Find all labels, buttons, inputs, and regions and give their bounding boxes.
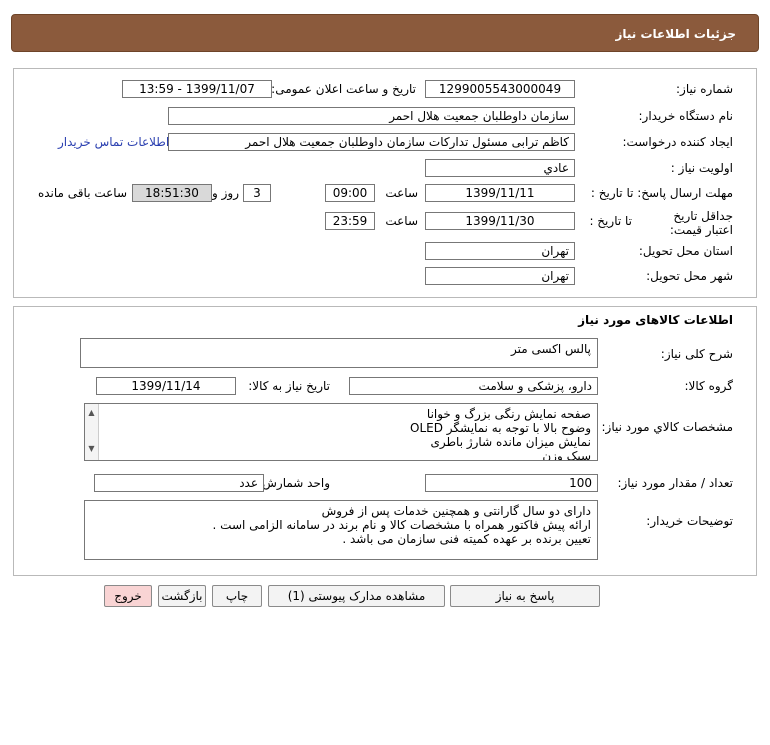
general-desc-text: پالس اکسی متر (510, 342, 591, 356)
specs-line: سبک وزن (542, 449, 591, 461)
remaining-label: ساعت باقی مانده (37, 186, 127, 200)
details-panel (13, 68, 757, 298)
validity-time-label: ساعت (385, 214, 418, 228)
validity-date-field: 1399/11/30 (425, 212, 575, 230)
buyer-org-field: سازمان داوطلبان جمعیت هلال احمر (168, 107, 575, 125)
province-field: تهران (425, 242, 575, 260)
reply-deadline-label: مهلت ارسال پاسخ: تا تاریخ : (590, 186, 733, 200)
buyer-notes-line: ارائه پیش فاکتور همراه با مشخصات کالا و … (212, 518, 591, 532)
specs-line: صفحه نمایش رنگی بزرگ و خوانا (426, 407, 591, 421)
page-header: جزئیات اطلاعات نیاز (11, 14, 759, 52)
scroll-up-icon[interactable]: ▲ (85, 406, 98, 420)
buyer-notes-line: تعیین برنده بر عهده کمیته فنی سازمان می … (342, 532, 591, 546)
contact-buyer-link[interactable]: اطلاعات تماس خریدار (58, 133, 169, 151)
days-field: 3 (243, 184, 271, 202)
remaining-time-field: 18:51:30 (132, 184, 212, 202)
need-number-field: 1299005543000049 (425, 80, 575, 98)
buyer-notes-field: دارای دو سال گارانتی و همچنین خدمات پس ا… (84, 500, 598, 560)
specs-line: نمایش میزان مانده شارژ باطری (430, 435, 591, 449)
price-validity-label: جداقل تاریخ اعتبار قیمت: (669, 209, 733, 237)
specs-label: مشخصات کالاي مورد نیاز: (601, 420, 733, 434)
back-button[interactable]: بازگشت (158, 585, 206, 607)
reply-time-label: ساعت (385, 186, 418, 200)
specs-scrollbar[interactable]: ▲ ▼ (85, 404, 99, 460)
qty-field: 100 (425, 474, 598, 492)
requester-field: کاظم ترابی مسئول تدارکات سازمان داوطلبان… (168, 133, 575, 151)
priority-field: عادي (425, 159, 575, 177)
requester-label: ایجاد کننده درخواست: (622, 135, 733, 149)
need-date-label: تاریخ نیاز به کالا: (248, 379, 330, 393)
reply-button[interactable]: پاسخ به نیاز (450, 585, 600, 607)
validity-time-field: 23:59 (325, 212, 375, 230)
buyer-notes-line: دارای دو سال گارانتی و همچنین خدمات پس ا… (321, 504, 591, 518)
need-date-field: 1399/11/14 (96, 377, 236, 395)
exit-button[interactable]: خروج (104, 585, 152, 607)
city-label: شهر محل تحویل: (646, 269, 733, 283)
goods-section-title: اطلاعات کالاهای مورد نیاز (578, 313, 733, 327)
specs-field[interactable]: ▲ ▼ صفحه نمایش رنگی بزرگ و خوانا وضوح با… (84, 403, 598, 461)
buyer-org-label: نام دستگاه خریدار: (638, 109, 734, 123)
goods-group-field: دارو، پزشکی و سلامت (349, 377, 598, 395)
unit-label: واحد شمارش: (258, 476, 330, 490)
priority-label: اولویت نیاز : (670, 161, 733, 175)
reply-time-field: 09:00 (325, 184, 375, 202)
qty-label: تعداد / مقدار مورد نیاز: (617, 476, 733, 490)
buyer-notes-label: توضیحات خریدار: (646, 514, 733, 528)
announce-field: 1399/11/07 - 13:59 (122, 80, 272, 98)
general-desc-field: پالس اکسی متر (80, 338, 598, 368)
city-field: تهران (425, 267, 575, 285)
validity-to-date-label: تا تاریخ : (589, 214, 632, 228)
days-label: روز و (212, 186, 239, 200)
general-desc-label: شرح کلی نیاز: (660, 347, 733, 361)
province-label: استان محل تحویل: (638, 244, 733, 258)
announce-label: تاریخ و ساعت اعلان عمومی: (271, 82, 416, 96)
goods-group-label: گروه کالا: (684, 379, 734, 393)
view-attachments-button[interactable]: مشاهده مدارک پیوستی (1) (268, 585, 445, 607)
scroll-down-icon[interactable]: ▼ (85, 442, 98, 456)
print-button[interactable]: چاپ (212, 585, 262, 607)
reply-date-field: 1399/11/11 (425, 184, 575, 202)
specs-line: وضوح بالا با توجه به نمایشگر OLED (410, 421, 591, 435)
page-title: جزئیات اطلاعات نیاز (615, 27, 736, 41)
unit-field: عدد (94, 474, 264, 492)
need-number-label: شماره نیاز: (676, 82, 733, 96)
